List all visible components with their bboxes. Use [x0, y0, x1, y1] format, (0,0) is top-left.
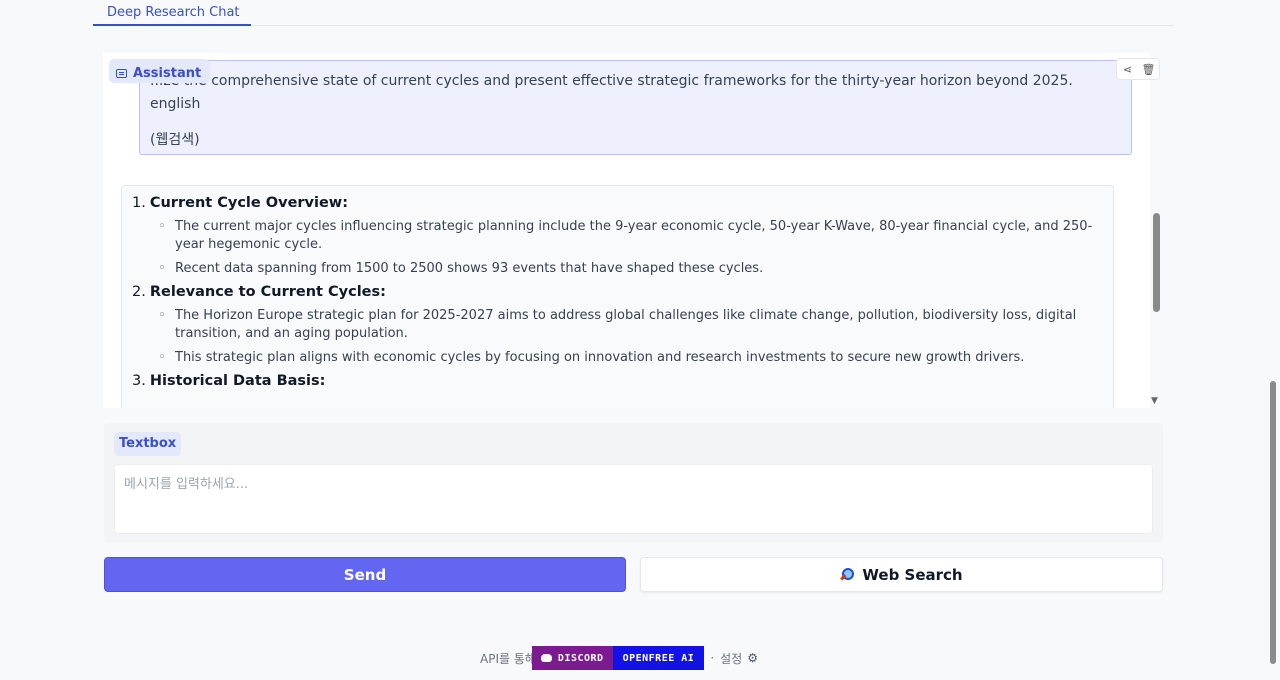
answer-section-title: 2. Relevance to Current Cycles: — [132, 284, 386, 300]
web-search-button[interactable]: Web Search — [640, 557, 1163, 592]
answer-bullet: This strategic plan aligns with economic… — [158, 349, 1103, 367]
answer-section-title: 3. Historical Data Basis: — [132, 373, 326, 389]
assistant-answer: 1. Current Cycle Overview: The current m… — [121, 185, 1114, 425]
user-message: ...ze the comprehensive state of current… — [139, 60, 1132, 155]
user-message-line: ...ze the comprehensive state of current… — [150, 73, 1073, 89]
footer-separator: · — [710, 651, 715, 665]
message-input[interactable] — [114, 464, 1153, 534]
user-message-language: english — [150, 96, 201, 112]
chat-scrollbar[interactable] — [1153, 213, 1160, 312]
discord-icon — [540, 654, 552, 662]
chat-bottom-edge — [103, 408, 1163, 423]
chat-bubble-icon — [116, 68, 127, 78]
assistant-badge-label: Assistant — [133, 65, 202, 81]
answer-bullet: The Horizon Europe strategic plan for 20… — [158, 307, 1103, 343]
message-actions: ⋖ 🗑 — [1116, 58, 1160, 80]
textbox-label: Textbox — [114, 432, 182, 456]
send-button[interactable]: Send — [104, 557, 626, 592]
footer: API를 통해 DISCORD OPENFREE AI · 설정 ⚙ — [480, 646, 758, 670]
trash-icon[interactable]: 🗑 — [1142, 63, 1156, 76]
send-button-label: Send — [343, 565, 387, 584]
answer-bullet: Recent data spanning from 1500 to 2500 s… — [158, 260, 1103, 278]
answer-bullet-list: The current major cycles influencing str… — [158, 218, 1103, 278]
answer-bullet: The current major cycles influencing str… — [158, 218, 1103, 254]
page-scrollbar[interactable] — [1270, 381, 1276, 664]
scroll-down-arrow-icon[interactable]: ▼ — [1151, 396, 1158, 406]
footer-settings-link[interactable]: 설정 — [720, 650, 742, 667]
tab-deep-research-chat[interactable]: Deep Research Chat — [93, 0, 251, 26]
web-search-button-label: Web Search — [862, 565, 963, 584]
gear-icon[interactable]: ⚙ — [747, 651, 758, 665]
share-icon[interactable]: ⋖ — [1121, 63, 1135, 76]
openfree-badge[interactable]: OPENFREE AI — [612, 646, 705, 670]
tab-bar: Deep Research Chat — [93, 0, 1173, 26]
user-message-tag: (웹검색) — [150, 132, 200, 148]
discord-badge[interactable]: DISCORD — [531, 646, 613, 670]
answer-section-title: 1. Current Cycle Overview: — [132, 195, 349, 211]
assistant-badge: Assistant — [109, 59, 211, 83]
magnifier-icon — [840, 567, 855, 582]
footer-api-link[interactable]: API를 통해 — [480, 650, 536, 667]
answer-bullet-list: The Horizon Europe strategic plan for 20… — [158, 307, 1103, 367]
